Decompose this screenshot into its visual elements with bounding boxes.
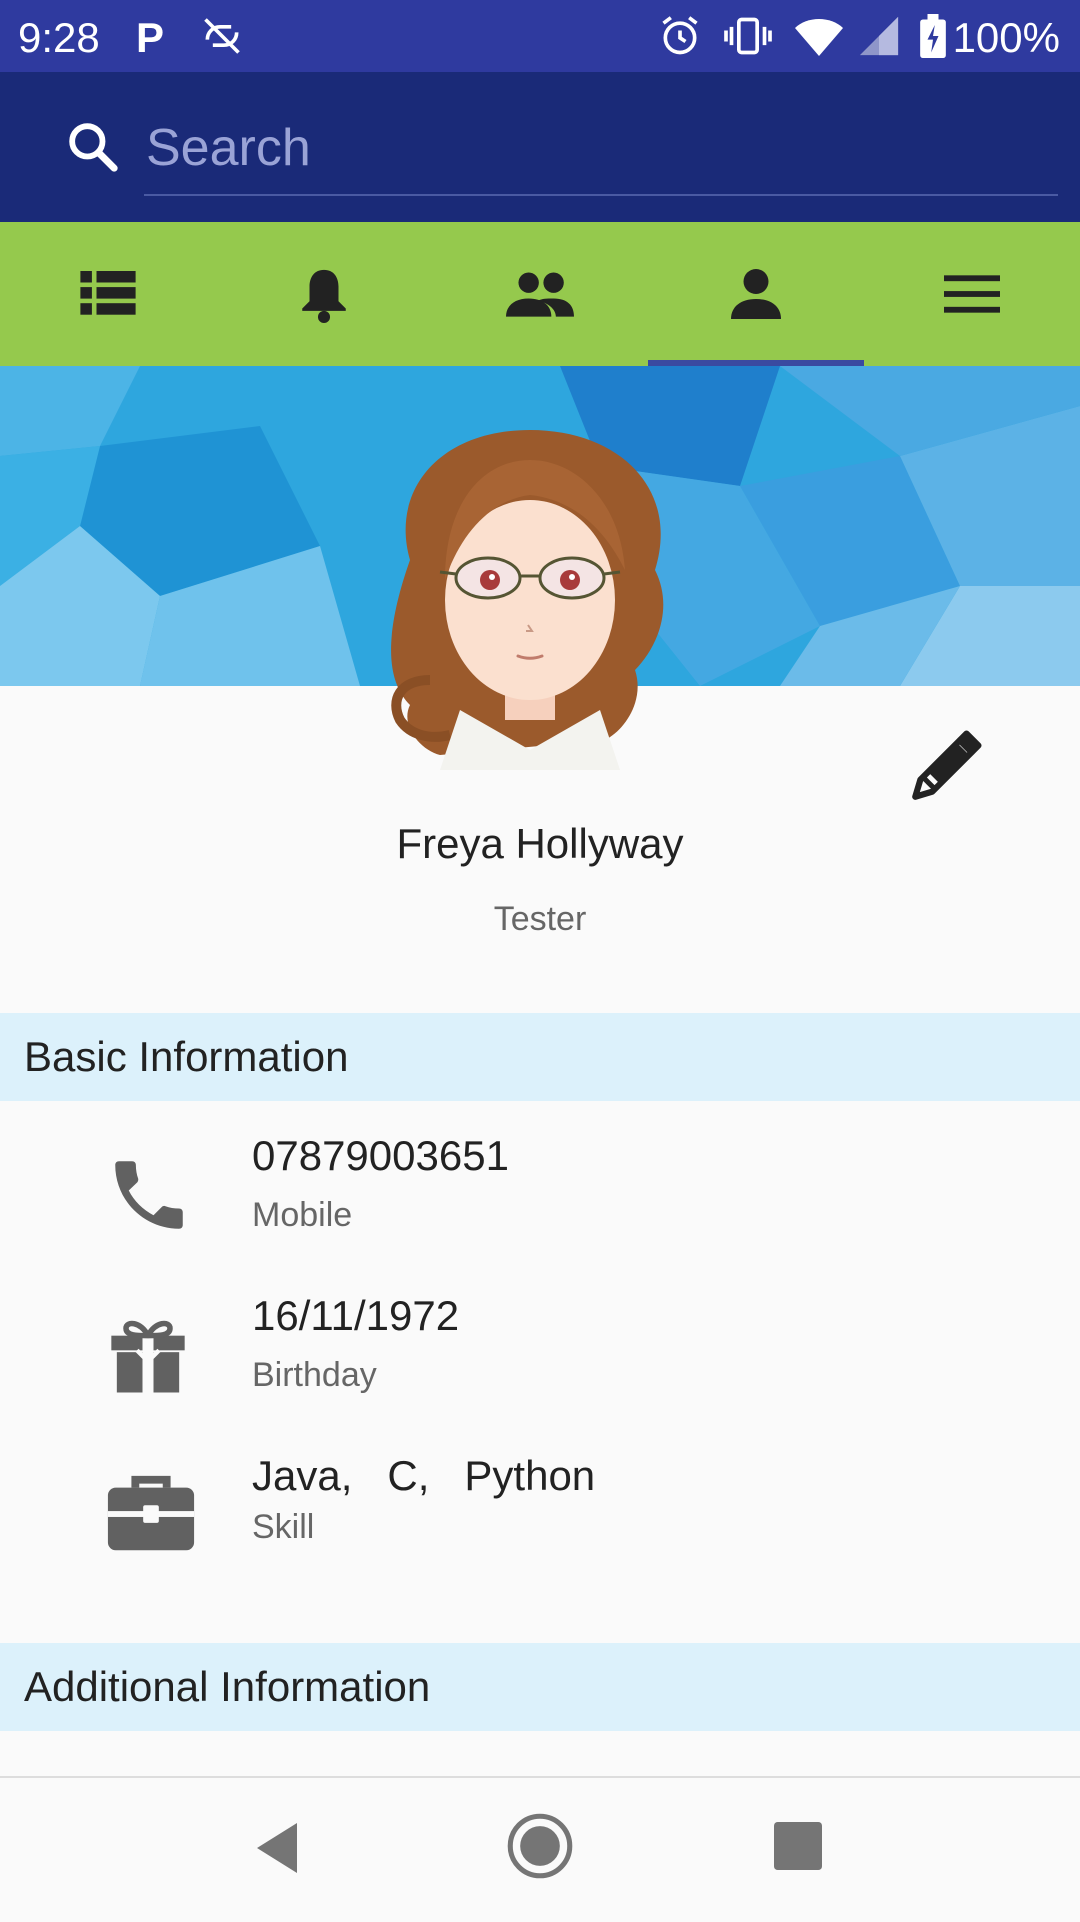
search-bar <box>0 72 1080 222</box>
section-title: Additional Information <box>24 1663 431 1710</box>
recents-button[interactable] <box>774 1822 822 1870</box>
list-icon <box>80 271 136 315</box>
gift-icon <box>111 1320 185 1393</box>
tab-menu[interactable] <box>864 222 1080 366</box>
parking-notification-icon: P <box>136 14 165 61</box>
section-basic-information: Basic Information <box>0 1013 1080 1101</box>
profile-name: Freya Hollyway <box>396 820 684 867</box>
tab-bar <box>0 222 1080 366</box>
info-value: Java, C, Python <box>252 1452 596 1499</box>
info-value: 16/11/1972 <box>252 1292 460 1339</box>
info-value: 07879003651 <box>252 1132 509 1179</box>
status-bar: 9:28 P 100% <box>0 0 1080 72</box>
edit-pencil-icon[interactable] <box>905 725 987 807</box>
battery-charging-icon <box>920 14 946 58</box>
group-icon <box>506 272 574 317</box>
section-additional-information[interactable]: Additional Information <box>0 1643 1080 1731</box>
vibrate-icon <box>724 17 772 55</box>
home-button[interactable] <box>506 1812 574 1880</box>
tab-profile[interactable] <box>648 222 864 366</box>
tab-notifications[interactable] <box>216 222 432 366</box>
system-navigation-bar <box>0 1776 1080 1922</box>
search-icon[interactable] <box>64 118 120 174</box>
alarm-icon <box>662 16 698 55</box>
search-input[interactable] <box>144 102 1058 196</box>
tab-list[interactable] <box>0 222 216 366</box>
bell-icon <box>302 269 346 323</box>
battery-percentage: 100% <box>952 14 1060 61</box>
info-label: Skill <box>252 1508 315 1546</box>
tab-groups[interactable] <box>432 222 648 366</box>
section-title: Basic Information <box>24 1033 349 1080</box>
sync-off-icon <box>204 18 240 54</box>
profile-role: Tester <box>493 900 587 938</box>
info-row-birthday[interactable]: 16/11/1972 Birthday <box>0 1292 1080 1422</box>
info-row-mobile[interactable]: 07879003651 Mobile <box>0 1132 1080 1262</box>
phone-icon <box>115 1161 183 1229</box>
info-label: Mobile <box>252 1196 353 1234</box>
signal-icon <box>859 16 899 56</box>
avatar <box>391 430 664 770</box>
briefcase-icon <box>107 1475 195 1551</box>
info-row-skill[interactable]: Java, C, Python Skill <box>0 1452 1080 1582</box>
back-button[interactable] <box>252 1818 302 1878</box>
wifi-icon <box>795 19 843 56</box>
status-time: 9:28 <box>18 14 100 61</box>
person-icon <box>731 269 781 319</box>
info-label: Birthday <box>252 1356 377 1394</box>
menu-icon <box>944 275 1000 313</box>
